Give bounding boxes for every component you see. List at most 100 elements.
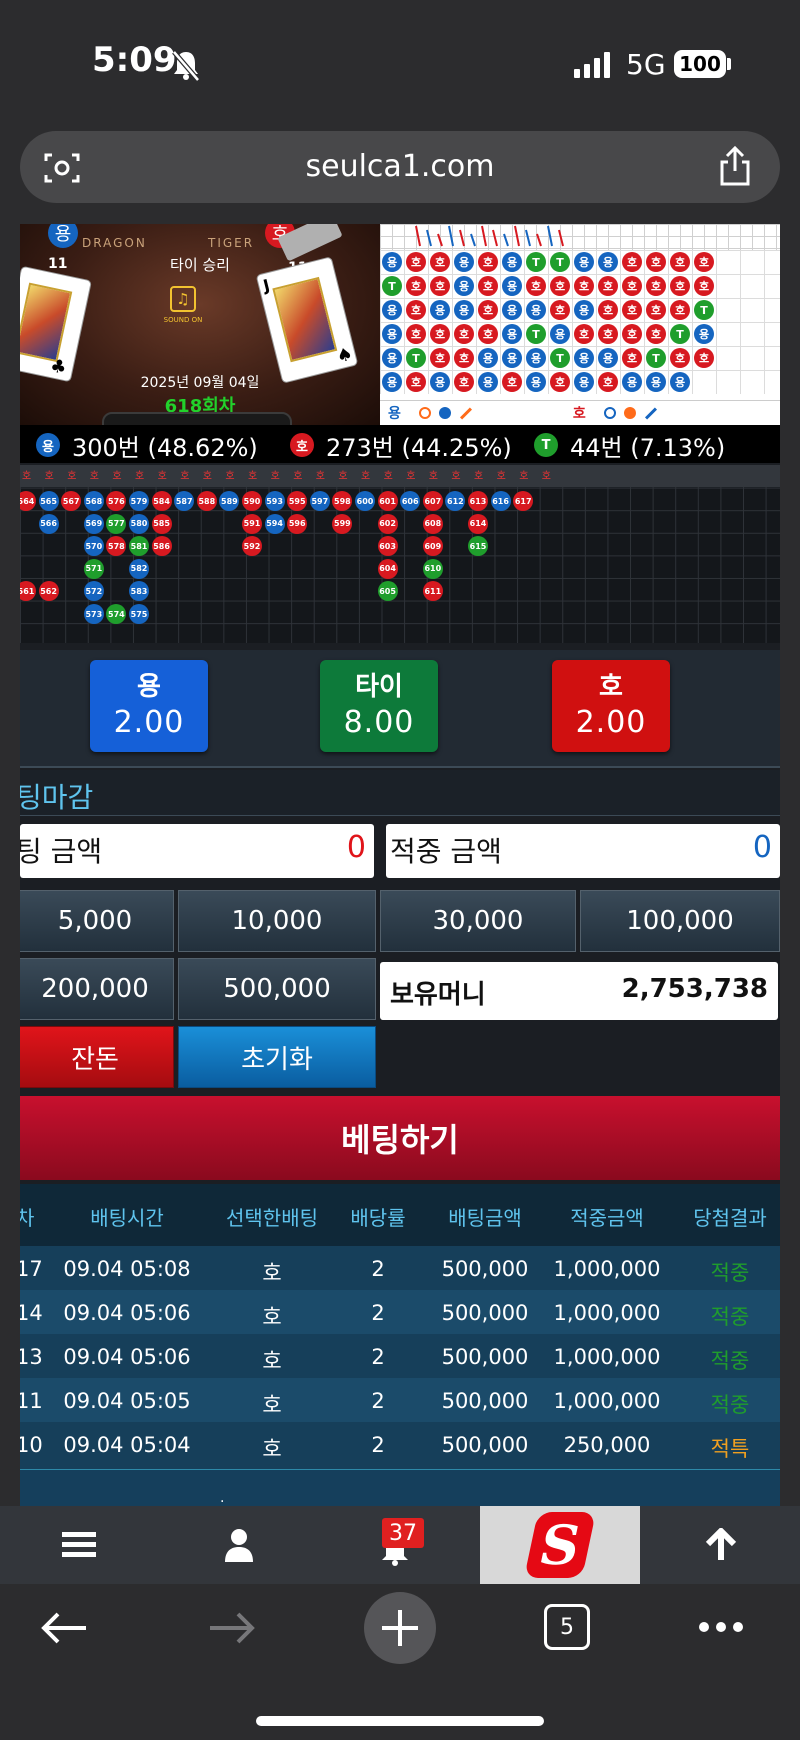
road-bead: 호 xyxy=(694,252,714,272)
road-bead: 호 xyxy=(502,372,522,392)
round-header-mark: 호 xyxy=(270,471,280,482)
tabs-button[interactable]: 5 xyxy=(544,1604,590,1650)
round-history-bead: 592 xyxy=(242,536,262,557)
history-cell-bet: 500,000 xyxy=(441,1433,529,1457)
s-logo-icon: S xyxy=(523,1512,597,1578)
round-history-bead: 588 xyxy=(196,491,217,511)
site-logo[interactable]: S xyxy=(480,1506,640,1584)
road-bead: 용 xyxy=(478,348,498,368)
round-history-bead: 599 xyxy=(332,513,353,534)
round-history-bead: 594 xyxy=(264,513,285,534)
round-history-bead: 561 xyxy=(20,581,36,602)
chip-10000-button[interactable]: 10,000 xyxy=(178,890,376,952)
round-history-bead: 565 xyxy=(38,491,59,511)
road-bead: 용 xyxy=(502,324,522,344)
bead-road: 용호호용호용TT용용호호호호T호호용호용호호호호호호호호용호용용호용용호용호호호… xyxy=(380,250,780,394)
road-bead: 호 xyxy=(454,324,474,344)
history-cell-round: 13 xyxy=(20,1345,43,1369)
chip-5000-button[interactable]: 5,000 xyxy=(20,890,174,952)
stats-bar: 용 300번 (48.62%) 호 273번 (44.25%) T 44번 (7… xyxy=(20,425,780,463)
road-bead: 호 xyxy=(574,324,594,344)
bet-tie-label: 타이 xyxy=(355,672,403,702)
browser-toolbar: 5 xyxy=(0,1584,800,1740)
round-history-bead: 579 xyxy=(129,491,149,511)
road-bead: T xyxy=(646,348,666,368)
history-cell-win: 250,000 xyxy=(563,1433,651,1457)
scroll-top-arrow-icon[interactable] xyxy=(704,1528,738,1562)
balance-field: 보유머니 2,753,738 xyxy=(380,962,778,1020)
road-bead: 용 xyxy=(550,324,570,344)
road-bead: T xyxy=(526,324,546,344)
road-bead: 호 xyxy=(406,372,426,392)
change-button[interactable]: 잔돈 xyxy=(20,1026,174,1088)
legend-dot-icon xyxy=(438,407,451,419)
history-cell-round: 17 xyxy=(20,1257,43,1281)
tiger-card: J ♠ xyxy=(255,256,359,384)
round-header-mark: 호 xyxy=(225,471,235,482)
round-history-bead: 615 xyxy=(468,536,488,557)
round-history-bead: 580 xyxy=(129,513,149,534)
chip-200000-button[interactable]: 200,000 xyxy=(20,958,174,1020)
round-history-grid: 호 호 호 호 호 호 호 호 호 호 호 호 호 호 호 호 호 호 호 호 호 호 호 호 564 561 565 566 562 5… xyxy=(20,465,780,643)
history-cell-choice: 호 xyxy=(262,1305,282,1329)
strip-line xyxy=(536,233,542,247)
legend-slash-icon xyxy=(459,406,472,420)
round-history-bead: 612 xyxy=(445,491,466,511)
road-bead: 호 xyxy=(406,276,426,296)
bet-dragon-button[interactable]: 용 2.00 xyxy=(90,660,208,752)
forward-arrow-icon[interactable] xyxy=(208,1610,256,1646)
battery-icon: 100 xyxy=(674,50,726,78)
round-history-bead: 576 xyxy=(106,491,127,511)
road-bead: 호 xyxy=(430,252,450,272)
round-history-bead: 597 xyxy=(309,491,330,511)
history-col-odds: 배당률 xyxy=(350,1206,406,1230)
status-bar: 5:09 5G 100 xyxy=(0,0,800,120)
history-header: 차 배팅시간 선택한배팅 배당률 배팅금액 적중금액 당첨결과 xyxy=(20,1184,780,1246)
history-cell-round: 10 xyxy=(20,1433,43,1457)
round-grid-header xyxy=(20,465,780,487)
history-cell-round: 11 xyxy=(20,1389,43,1413)
round-history-bead: 593 xyxy=(264,491,285,511)
road-bead: 용 xyxy=(430,372,450,392)
round-history-bead: 577 xyxy=(106,513,127,534)
win-amount-value: 0 xyxy=(752,830,772,865)
history-cell-win: 1,000,000 xyxy=(553,1301,661,1325)
legend-tiger: 호 xyxy=(572,406,586,422)
round-header-mark: 호 xyxy=(157,471,167,482)
new-tab-button[interactable] xyxy=(364,1592,436,1664)
road-bead: 호 xyxy=(406,324,426,344)
balance-label: 보유머니 xyxy=(390,980,486,1010)
history-cell-choice: 호 xyxy=(262,1393,282,1417)
address-bar[interactable]: seulca1.com xyxy=(20,131,780,203)
chip-500000-button[interactable]: 500,000 xyxy=(178,958,376,1020)
chip-100000-button[interactable]: 100,000 xyxy=(580,890,780,952)
round-history-bead: 616 xyxy=(490,491,511,511)
share-icon[interactable] xyxy=(718,145,752,187)
road-bead: 호 xyxy=(550,372,570,392)
chip-30000-button[interactable]: 30,000 xyxy=(380,890,576,952)
round-header-mark: 호 xyxy=(135,471,145,482)
back-arrow-icon[interactable] xyxy=(40,1610,88,1646)
strip-line xyxy=(426,229,432,247)
history-cell-time: 09.04 05:06 xyxy=(63,1301,191,1325)
menu-icon[interactable] xyxy=(62,1530,96,1560)
strip-line xyxy=(415,225,421,247)
road-bead: 용 xyxy=(502,348,522,368)
bet-tie-button[interactable]: 타이 8.00 xyxy=(320,660,438,752)
legend-slash-icon xyxy=(644,406,657,420)
place-bet-button[interactable]: 베팅하기 xyxy=(20,1096,780,1180)
strip-line xyxy=(547,225,553,247)
reset-button[interactable]: 초기화 xyxy=(178,1026,376,1088)
more-icon[interactable] xyxy=(698,1620,744,1634)
road-bead: 용 xyxy=(526,372,546,392)
bet-tiger-button[interactable]: 호 2.00 xyxy=(552,660,670,752)
url-text: seulca1.com xyxy=(305,149,495,184)
road-bead: 호 xyxy=(478,252,498,272)
sound-icon[interactable]: ♫ xyxy=(170,286,196,312)
round-header-mark: 호 xyxy=(112,471,122,482)
strip-line xyxy=(481,225,487,247)
round-history-bead: 589 xyxy=(219,491,240,511)
user-icon[interactable] xyxy=(224,1528,254,1562)
round-header-mark: 호 xyxy=(202,471,212,482)
strip-line xyxy=(558,229,564,247)
